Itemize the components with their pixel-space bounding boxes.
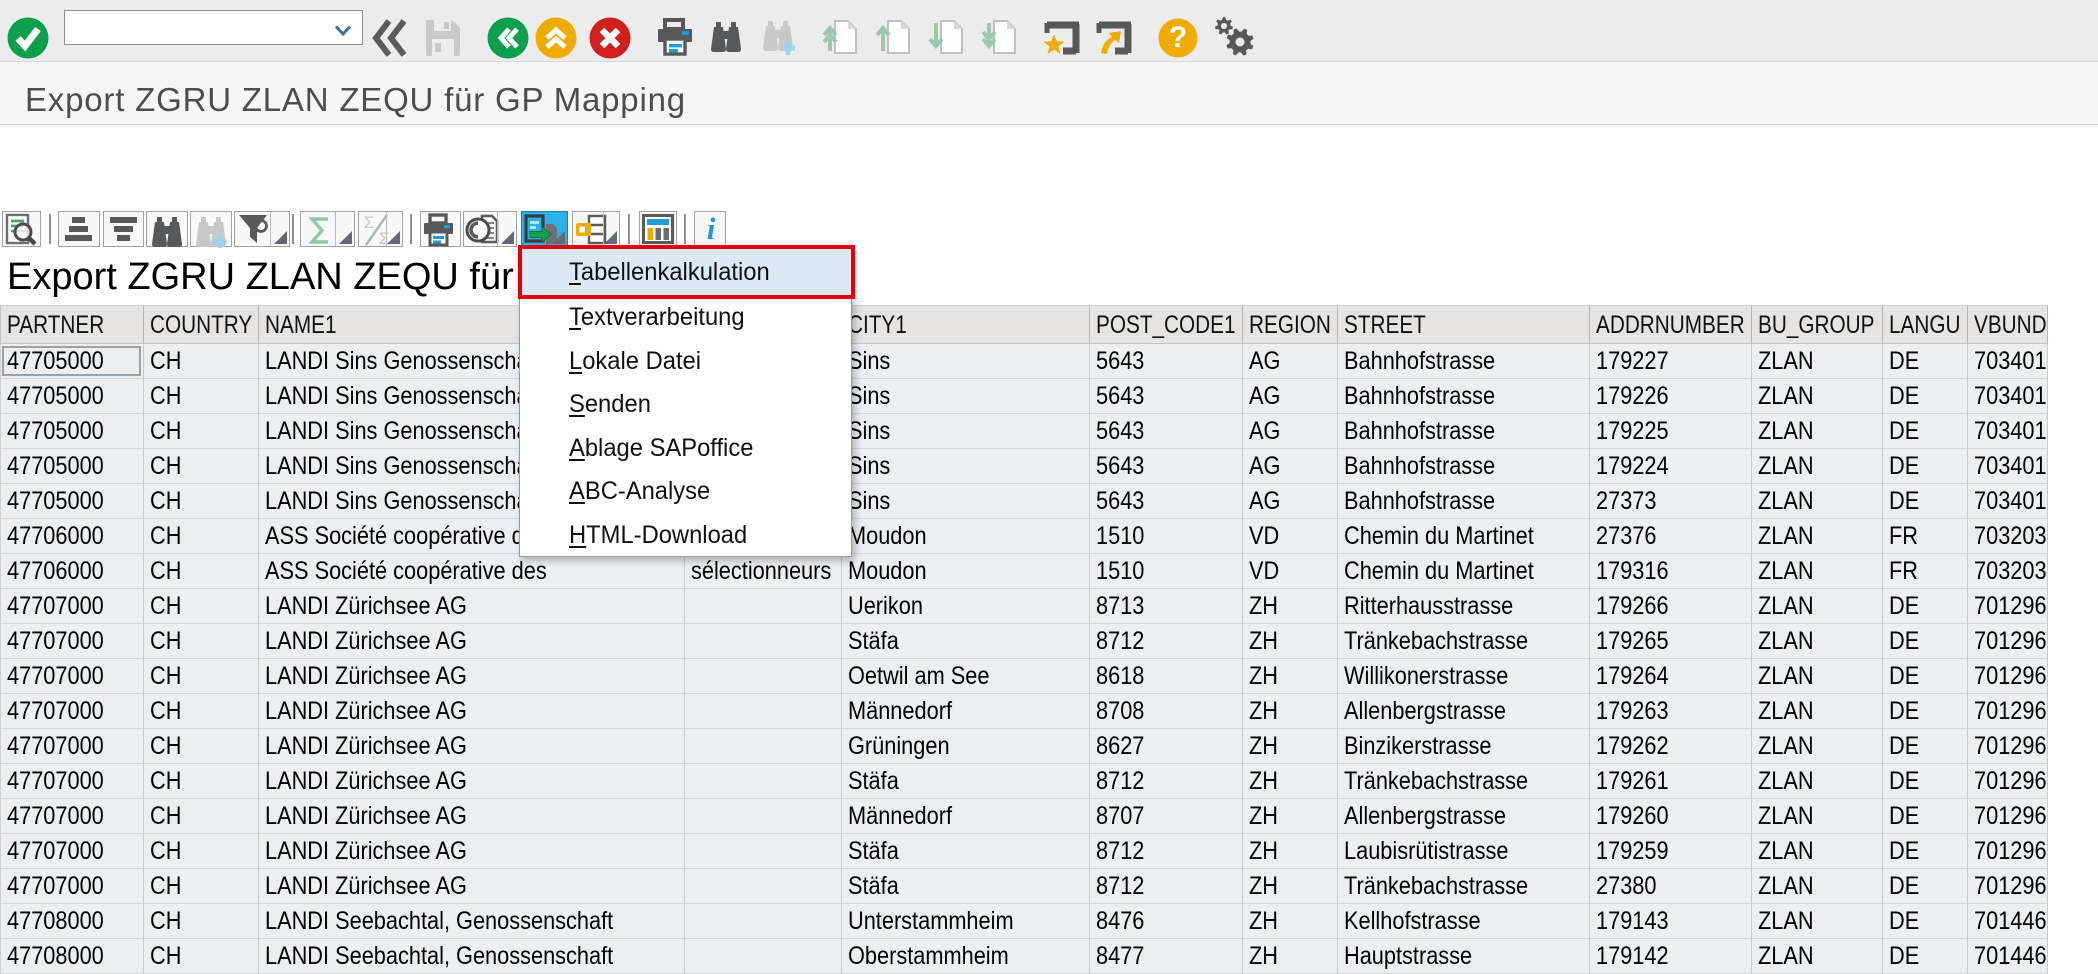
- svg-text:i: i: [707, 213, 716, 246]
- svg-text:?: ?: [1169, 21, 1187, 54]
- svg-text:Σ: Σ: [364, 213, 375, 232]
